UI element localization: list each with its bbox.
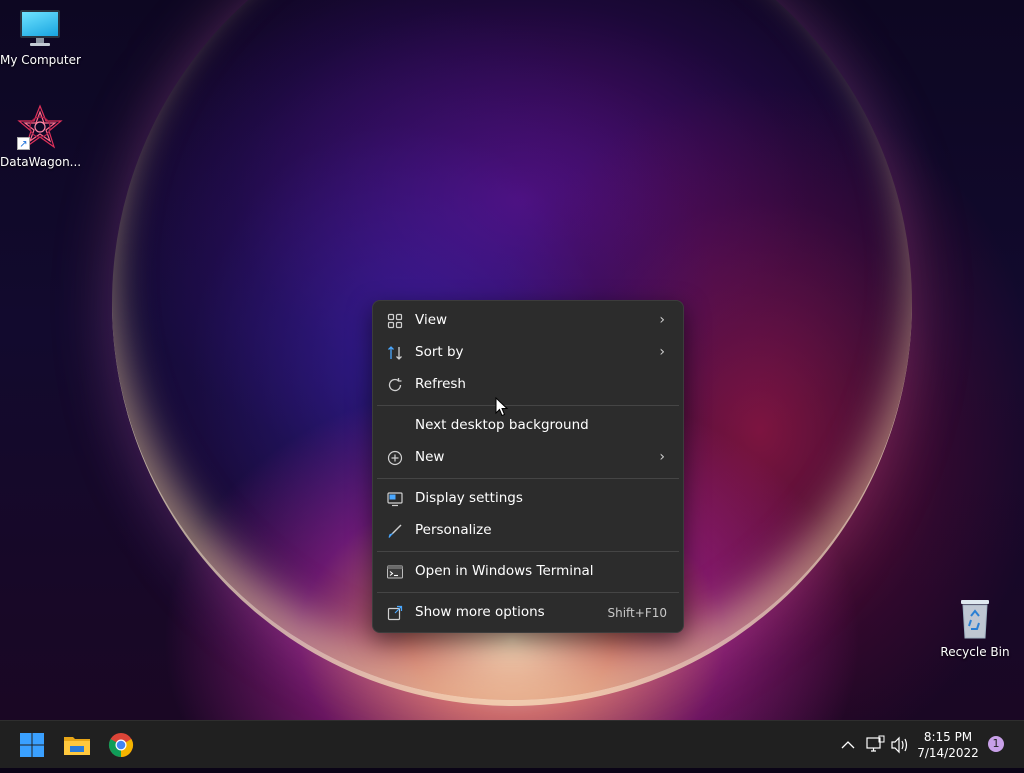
menu-item-label: New bbox=[415, 449, 445, 465]
network-button[interactable] bbox=[864, 721, 886, 769]
windows-start-icon bbox=[20, 733, 44, 757]
menu-item-label: Open in Windows Terminal bbox=[415, 563, 594, 579]
windows-start-button[interactable] bbox=[16, 729, 48, 761]
file-explorer-button[interactable] bbox=[61, 729, 93, 761]
menu-item-label: Display settings bbox=[415, 490, 523, 506]
menu-item-display-settings[interactable]: Display settings bbox=[377, 484, 679, 514]
menu-item-show-more-options[interactable]: Show more options Shift+F10 bbox=[377, 598, 679, 628]
menu-item-label: Show more options bbox=[415, 604, 545, 620]
menu-item-personalize[interactable]: Personalize bbox=[377, 516, 679, 546]
plus-circle-icon bbox=[387, 450, 403, 466]
chevron-right-icon: › bbox=[659, 344, 665, 360]
chevron-right-icon: › bbox=[659, 312, 665, 328]
datawagon-app-icon: ↗ bbox=[17, 104, 63, 150]
chevron-up-icon bbox=[841, 741, 855, 749]
chrome-icon bbox=[108, 733, 134, 757]
desktop-context-menu: View › Sort by › Refresh Next desktop ba… bbox=[372, 300, 684, 633]
grid-view-icon bbox=[387, 313, 403, 329]
taskbar: 8:15 PM 7/14/2022 bbox=[0, 720, 1024, 768]
display-icon bbox=[387, 491, 403, 507]
menu-item-new[interactable]: New › bbox=[377, 443, 679, 473]
desktop-icon-label: DataWagon... bbox=[0, 155, 82, 169]
chrome-button[interactable] bbox=[105, 729, 137, 761]
menu-item-label: Personalize bbox=[415, 522, 492, 538]
clock-date: 7/14/2022 bbox=[917, 746, 979, 760]
desktop-icon-label: My Computer bbox=[0, 53, 81, 67]
recycle-bin-icon bbox=[957, 596, 993, 640]
desktop-icon-recycle-bin[interactable]: Recycle Bin bbox=[935, 596, 1015, 659]
volume-icon bbox=[891, 736, 908, 754]
desktop-icon-my-computer[interactable]: My Computer bbox=[0, 10, 81, 67]
terminal-icon bbox=[387, 564, 403, 580]
share-icon bbox=[387, 605, 403, 621]
shortcut-arrow-icon: ↗ bbox=[17, 137, 30, 150]
menu-item-refresh[interactable]: Refresh bbox=[377, 370, 679, 400]
taskbar-clock[interactable]: 8:15 PM 7/14/2022 bbox=[916, 729, 980, 761]
menu-separator bbox=[377, 405, 679, 406]
menu-item-label: Sort by bbox=[415, 344, 464, 360]
menu-item-open-terminal[interactable]: Open in Windows Terminal bbox=[377, 557, 679, 587]
mouse-cursor-icon bbox=[495, 397, 509, 417]
menu-separator bbox=[377, 592, 679, 593]
sort-icon bbox=[387, 345, 403, 361]
brush-icon bbox=[387, 523, 403, 539]
menu-item-label: Refresh bbox=[415, 376, 466, 392]
notification-badge[interactable]: 1 bbox=[988, 736, 1004, 752]
network-icon bbox=[866, 735, 885, 752]
keyboard-shortcut: Shift+F10 bbox=[607, 606, 667, 620]
file-explorer-icon bbox=[64, 737, 90, 755]
clock-time: 8:15 PM bbox=[923, 730, 973, 744]
menu-separator bbox=[377, 478, 679, 479]
show-hidden-icons-button[interactable] bbox=[838, 721, 858, 769]
desktop-icon-datawagon[interactable]: ↗ DataWagon... bbox=[0, 104, 82, 169]
menu-separator bbox=[377, 551, 679, 552]
menu-item-label: Next desktop background bbox=[415, 417, 589, 433]
menu-item-sort-by[interactable]: Sort by › bbox=[377, 338, 679, 368]
desktop-icon-label: Recycle Bin bbox=[940, 645, 1010, 659]
chevron-right-icon: › bbox=[659, 449, 665, 465]
menu-item-next-background[interactable]: Next desktop background bbox=[377, 411, 679, 441]
menu-item-view[interactable]: View › bbox=[377, 306, 679, 336]
monitor-icon bbox=[19, 10, 61, 48]
menu-item-label: View bbox=[415, 312, 448, 328]
refresh-icon bbox=[387, 377, 403, 393]
volume-button[interactable] bbox=[889, 721, 911, 769]
